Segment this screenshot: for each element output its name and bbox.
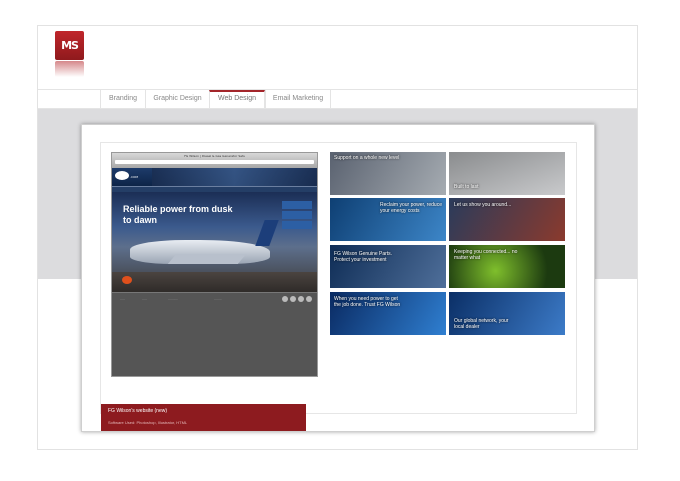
header-city-image (152, 168, 317, 186)
footer-link: ····· (142, 297, 147, 301)
portfolio-page: MS Branding Graphic Design Web Design Em… (37, 25, 638, 450)
browser-title: FG Wilson | Diesel & Gas Generator Sets (184, 154, 245, 158)
hero-side-buttons (282, 201, 312, 239)
tab-branding[interactable]: Branding (100, 90, 145, 108)
project-title: FG Wilson's website (new) (108, 408, 168, 414)
project-software: Software Used: Photoshop, Illustrator, H… (108, 420, 188, 425)
social-icon (282, 296, 288, 302)
tile-job-done: When you need power to get the job done.… (330, 292, 446, 335)
category-nav: Branding Graphic Design Web Design Email… (38, 89, 637, 109)
tile-caption: Keeping you connected... no matter what (454, 249, 518, 261)
project-caption: FG Wilson's website (new) Software Used:… (101, 404, 306, 431)
tile-show-around: Let us show you around... (449, 198, 565, 241)
tile-reclaim: Reclaim your power, reduce your energy c… (330, 198, 446, 241)
airplane-wing (167, 254, 247, 264)
tab-web-design[interactable]: Web Design (209, 90, 265, 108)
footer-link: ·········· (168, 297, 178, 301)
project-card: FG Wilson | Diesel & Gas Generator Sets … (81, 124, 595, 432)
logo-reflection (55, 61, 84, 77)
project-preview: FG Wilson | Diesel & Gas Generator Sets … (100, 142, 577, 431)
ms-logo[interactable]: MS (55, 31, 84, 77)
tile-caption: Let us show you around... (454, 202, 512, 208)
fgwilson-logo (115, 171, 129, 180)
tarmac (112, 272, 317, 292)
tile-caption: Support on a whole new level (334, 155, 400, 161)
airplane-tail (255, 220, 279, 246)
tile-caption: Our global network, your local dealer (454, 318, 509, 330)
social-icon (306, 296, 312, 302)
browser-url-bar (115, 160, 314, 164)
tile-built: Built to last (449, 152, 565, 195)
tab-email-marketing[interactable]: Email Marketing (265, 90, 331, 108)
tile-genuine-parts: FG Wilson Genuine Parts. Protect your in… (330, 245, 446, 288)
tile-support: Support on a whole new level (330, 152, 446, 195)
browser-chrome: FG Wilson | Diesel & Gas Generator Sets (112, 153, 317, 168)
hero-banner: Reliable power from dusk to dawn (112, 192, 317, 292)
footer-link: ········ (214, 297, 222, 301)
flare (122, 276, 132, 284)
hero-headline: Reliable power from dusk to dawn (123, 204, 233, 225)
social-icon (290, 296, 296, 302)
tile-caption: FG Wilson Genuine Parts. Protect your in… (334, 251, 393, 263)
tile-connected: Keeping you connected... no matter what (449, 245, 565, 288)
tab-graphic-design[interactable]: Graphic Design (145, 90, 209, 108)
logo-mark: MS (55, 31, 84, 60)
website-screenshot: FG Wilson | Diesel & Gas Generator Sets … (111, 152, 318, 377)
site-domain: .COM (130, 175, 138, 179)
tile-caption: Reclaim your power, reduce your energy c… (380, 202, 442, 214)
tile-global-network: Our global network, your local dealer (449, 292, 565, 335)
site-header: .COM (112, 168, 317, 186)
site-footer: ····· ····· ·········· ········ (112, 292, 317, 306)
tile-caption: When you need power to get the job done.… (334, 296, 401, 308)
tile-caption: Built to last (454, 184, 479, 190)
footer-link: ····· (120, 297, 125, 301)
social-icon (298, 296, 304, 302)
